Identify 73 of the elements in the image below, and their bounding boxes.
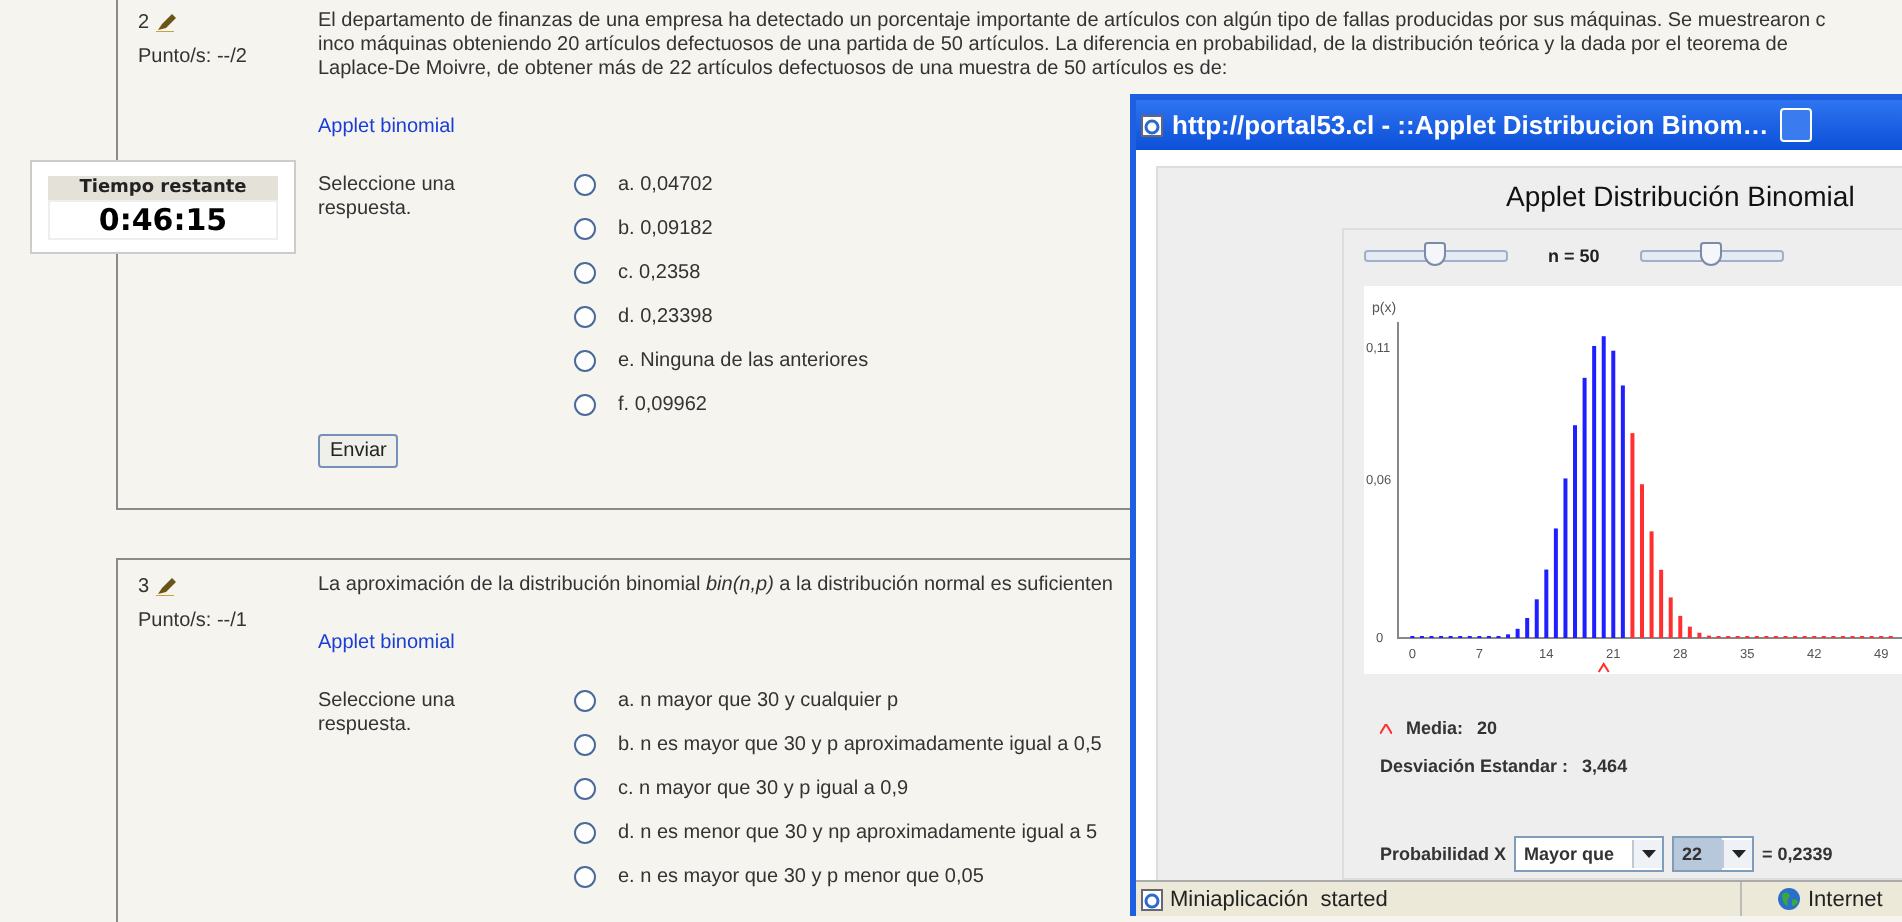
radio-button[interactable]	[574, 305, 596, 327]
slider-thumb[interactable]	[1699, 242, 1722, 266]
probability-result: = 0,2339	[1762, 844, 1833, 864]
radio-button[interactable]	[574, 821, 596, 843]
chart-bar	[1544, 569, 1549, 638]
option-label: b. n es mayor que 30 y p aproximadamente igual a 0,5	[618, 733, 1102, 755]
mean-value: 20	[1477, 718, 1498, 738]
chart-bar	[1649, 531, 1654, 638]
question-text: inco máquinas obteniendo 20 artículos defectuosos de una partida de 50 artículos. La diferencia en probabilidad, de la distribución teórica y la dada por el teorema de	[318, 34, 1790, 58]
caret-icon	[1641, 850, 1656, 858]
submit-button[interactable]: Enviar	[318, 434, 399, 468]
option-label: b. 0,09182	[618, 217, 713, 239]
chart-bar	[1678, 615, 1683, 638]
option-label: e. Ninguna de las anteriores	[618, 349, 869, 371]
n-label: n = 50	[1548, 246, 1600, 266]
option-label: d. n es menor que 30 y np aproximadamente igual a 5	[618, 821, 1098, 843]
radio-button[interactable]	[574, 173, 596, 195]
radio-button[interactable]	[574, 777, 596, 799]
timer-title: Tiempo restante	[48, 176, 278, 200]
radio-button[interactable]	[574, 393, 596, 415]
question-text: Laplace-De Moivre, de obtener más de 22 artículos defectuosos de una muestra de 50 artículos es de:	[318, 58, 1230, 82]
option-label: a. 0,04702	[618, 173, 713, 195]
window-title: http://portal53.cl - ::Applet Distribucion Binom…	[1172, 110, 1769, 140]
chart-bar	[1659, 569, 1664, 638]
option-label: a. n mayor que 30 y cualquier p	[618, 689, 899, 711]
applet-title: Applet Distribución Binomial	[1506, 180, 1855, 212]
option-label: c. n mayor que 30 y p igual a 0,9	[618, 777, 909, 799]
probability-label: Probabilidad X	[1380, 844, 1507, 864]
mean-marker-icon	[1597, 662, 1610, 673]
points-label: Punto/s: --/2	[138, 46, 249, 68]
chart-bar	[1668, 597, 1673, 638]
timer-value: 0:46:15	[48, 200, 278, 240]
radio-button[interactable]	[574, 689, 596, 711]
slider-thumb[interactable]	[1424, 242, 1446, 266]
page-icon	[1140, 887, 1164, 911]
chart-bar	[1515, 628, 1520, 638]
sd-label: Desviación Estandar :	[1380, 756, 1569, 776]
question-number: 2	[138, 11, 150, 33]
dropdown[interactable]: 22	[1672, 836, 1755, 872]
answer-prompt: Seleccione una respuesta.	[318, 172, 457, 224]
minimize-button[interactable]	[1780, 108, 1813, 142]
chart-bar	[1697, 632, 1702, 638]
status-text: Miniaplicación started	[1170, 887, 1388, 911]
sd-value: 3,464	[1582, 756, 1628, 776]
radio-button[interactable]	[574, 865, 596, 887]
question-text: El departamento de finanzas de una empresa ha detectado un porcentaje importante de artículos con algún tipo de fallas producidas por sus máquinas. Se muestrearon c	[318, 10, 1828, 34]
option-label: e. n es mayor que 30 y p menor que 0,05	[618, 865, 984, 887]
pencil-icon	[155, 577, 176, 595]
radio-button[interactable]	[574, 733, 596, 755]
answer-prompt: Seleccione una respuesta.	[318, 688, 457, 740]
mean-label: Media:	[1406, 718, 1464, 738]
applet-link[interactable]: Applet binomial	[318, 632, 455, 654]
applet-link[interactable]: Applet binomial	[318, 116, 455, 138]
radio-button[interactable]	[574, 349, 596, 371]
chart-bar	[1534, 599, 1539, 638]
chart-bar	[1687, 626, 1692, 638]
globe-icon	[1778, 888, 1800, 910]
chart-bar	[1525, 618, 1530, 638]
question-number: 3	[138, 575, 150, 597]
zone-label: Internet	[1808, 887, 1883, 911]
caret-icon	[1731, 850, 1746, 858]
dropdown[interactable]: Mayor que	[1514, 836, 1665, 872]
option-label: f. 0,09962	[618, 393, 707, 415]
points-label: Punto/s: --/1	[138, 610, 249, 632]
pencil-icon	[155, 13, 176, 31]
page-icon	[1140, 113, 1164, 137]
radio-button[interactable]	[574, 261, 596, 283]
mean-marker-icon	[1380, 724, 1392, 734]
radio-button[interactable]	[574, 217, 596, 239]
chart-bar	[1553, 528, 1558, 638]
option-label: c. 0,2358	[618, 261, 701, 283]
option-label: d. 0,23398	[618, 305, 713, 327]
question-text: La aproximación de la distribución binomial bin(n,p) a la distribución normal es suficienten	[318, 574, 1115, 598]
